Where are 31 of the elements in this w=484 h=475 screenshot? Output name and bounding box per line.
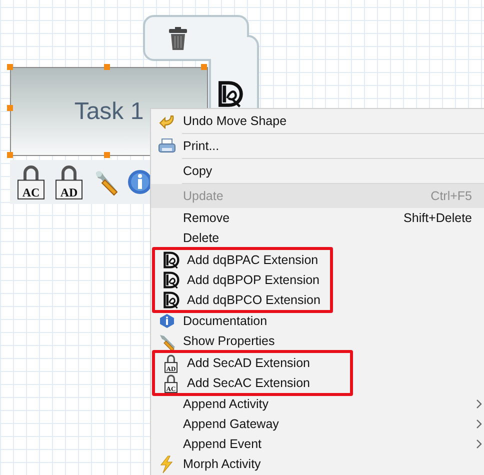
menu-item[interactable]: Append Event <box>151 434 484 454</box>
selection-handle[interactable] <box>7 152 13 158</box>
menu-item[interactable]: Morph Activity <box>151 454 484 474</box>
selection-handle[interactable] <box>104 152 110 158</box>
chevron-icon <box>476 419 482 430</box>
selection-handle[interactable] <box>104 64 110 70</box>
selection-handle[interactable] <box>7 105 13 111</box>
menu-item[interactable]: Add dqBPCO Extension <box>155 290 330 310</box>
undo-icon <box>158 113 176 129</box>
menu-item[interactable]: Remove Shift+Delete <box>151 208 484 228</box>
info-icon[interactable] <box>128 167 152 197</box>
selection-handle[interactable] <box>201 64 207 70</box>
menu-item[interactable]: Add dqBPAC Extension <box>155 250 330 270</box>
trash-icon[interactable] <box>168 27 188 51</box>
menu-item[interactable]: Show Properties <box>151 331 484 351</box>
logo-icon[interactable] <box>216 80 244 108</box>
menu-item[interactable]: Append Gateway <box>151 414 484 434</box>
task-label: Task 1 <box>74 96 144 126</box>
logo-icon <box>162 271 180 289</box>
selection-handle[interactable] <box>7 64 13 70</box>
menu-item[interactable]: Copy <box>151 159 484 183</box>
chevron-icon <box>476 439 482 450</box>
printer-icon <box>158 138 176 154</box>
chevron-icon <box>476 399 482 410</box>
menu-item[interactable]: Append Activity <box>151 394 484 414</box>
logo-icon <box>162 251 180 269</box>
logo-icon <box>162 291 180 309</box>
menu-item[interactable]: Add dqBPOP Extension <box>155 270 330 290</box>
menu-item[interactable]: Documentation <box>151 311 484 331</box>
menu-item[interactable]: Delete <box>151 228 484 248</box>
info-icon <box>158 313 176 329</box>
